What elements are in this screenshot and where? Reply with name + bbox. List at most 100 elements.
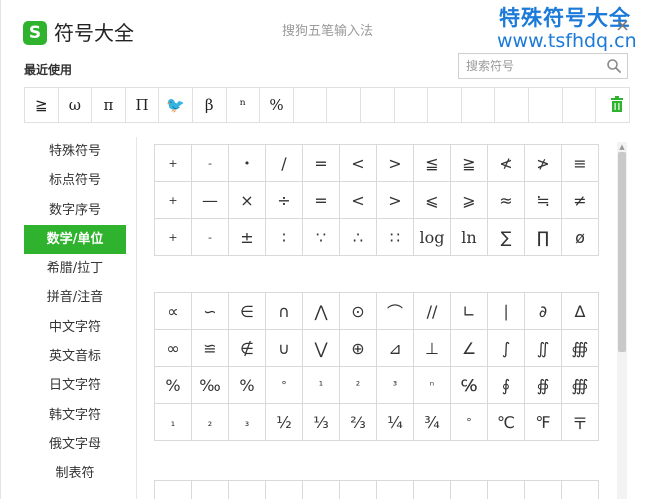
sidebar-item-category[interactable]: 拼音/注音	[24, 283, 126, 312]
symbol-cell[interactable]: ≧	[451, 145, 488, 182]
symbol-cell[interactable]: ∴	[340, 219, 377, 256]
symbol-cell[interactable]: >	[377, 182, 414, 219]
symbol-cell[interactable]: ∠	[451, 330, 488, 367]
symbol-cell[interactable]: ≈	[488, 182, 525, 219]
symbol-cell[interactable]	[155, 481, 192, 499]
symbol-cell[interactable]	[303, 481, 340, 499]
symbol-cell[interactable]: ∝	[155, 293, 192, 330]
symbol-cell[interactable]: >	[377, 145, 414, 182]
symbol-cell[interactable]: ∟	[451, 293, 488, 330]
symbol-cell[interactable]: ≒	[525, 182, 562, 219]
recent-symbol-cell[interactable]: %	[260, 88, 294, 122]
symbol-cell[interactable]: ⩾	[451, 182, 488, 219]
symbol-cell[interactable]: ≯	[525, 145, 562, 182]
symbol-cell[interactable]: /	[266, 145, 303, 182]
recent-symbol-cell[interactable]: ω	[59, 88, 93, 122]
symbol-cell[interactable]: ⋀	[303, 293, 340, 330]
symbol-cell[interactable]: -	[192, 145, 229, 182]
symbol-cell[interactable]: ₂	[192, 404, 229, 441]
sidebar-item-category[interactable]: 俄文字母	[24, 430, 126, 459]
symbol-cell[interactable]: ⅔	[340, 404, 377, 441]
symbol-cell[interactable]: ⅓	[303, 404, 340, 441]
sidebar-item-category[interactable]: 数字序号	[24, 196, 126, 225]
symbol-cell[interactable]: ₃	[229, 404, 266, 441]
symbol-cell[interactable]: -	[192, 219, 229, 256]
sidebar-item-category[interactable]: 特殊符号	[24, 137, 126, 166]
symbol-cell[interactable]: <	[340, 145, 377, 182]
symbol-cell[interactable]	[414, 481, 451, 499]
symbol-cell[interactable]: ∂	[525, 293, 562, 330]
symbol-cell[interactable]: ⊕	[340, 330, 377, 367]
recent-symbol-cell[interactable]	[294, 88, 328, 122]
symbol-cell[interactable]: ≦	[414, 145, 451, 182]
symbol-cell[interactable]: ∯	[525, 367, 562, 404]
symbol-cell[interactable]: ⊥	[414, 330, 451, 367]
symbol-cell[interactable]: ℉	[525, 404, 562, 441]
symbol-cell[interactable]: ⩽	[414, 182, 451, 219]
symbol-cell[interactable]: //	[414, 293, 451, 330]
symbol-cell[interactable]	[192, 481, 229, 499]
symbol-cell[interactable]	[266, 481, 303, 499]
symbol-cell[interactable]: ∶	[266, 219, 303, 256]
symbol-cell[interactable]: <	[340, 182, 377, 219]
scroll-up-icon[interactable]: ▲	[617, 142, 627, 152]
recent-symbol-cell[interactable]	[395, 88, 429, 122]
symbol-cell[interactable]: ≡	[562, 145, 599, 182]
symbol-cell[interactable]: +	[155, 182, 192, 219]
symbol-cell[interactable]: ≠	[562, 182, 599, 219]
symbol-cell[interactable]	[340, 481, 377, 499]
symbol-cell[interactable]: °	[451, 404, 488, 441]
scrollbar-thumb[interactable]	[618, 152, 626, 352]
symbol-cell[interactable]: ‰	[192, 367, 229, 404]
recent-symbol-cell[interactable]: β	[193, 88, 227, 122]
symbol-cell[interactable]: ∬	[525, 330, 562, 367]
recent-symbol-cell[interactable]: Π	[126, 88, 160, 122]
symbol-cell[interactable]: %	[155, 367, 192, 404]
sidebar-item-category[interactable]: 英文音标	[24, 342, 126, 371]
recent-symbol-cell[interactable]	[563, 88, 597, 122]
recent-symbol-cell[interactable]	[495, 88, 529, 122]
recent-symbol-cell[interactable]: ≧	[25, 88, 59, 122]
recent-symbol-cell[interactable]	[428, 88, 462, 122]
symbol-cell[interactable]: ∉	[229, 330, 266, 367]
recent-symbol-cell[interactable]: 🐦	[159, 88, 193, 122]
symbol-cell[interactable]: ∣	[488, 293, 525, 330]
trash-icon[interactable]	[609, 95, 625, 113]
symbol-cell[interactable]: =	[303, 182, 340, 219]
symbol-cell[interactable]: =	[303, 145, 340, 182]
sidebar-item-category[interactable]: 韩文字符	[24, 401, 126, 430]
symbol-cell[interactable]	[377, 481, 414, 499]
symbol-cell[interactable]: •	[229, 145, 266, 182]
symbol-cell[interactable]	[488, 481, 525, 499]
symbol-cell[interactable]: +	[155, 219, 192, 256]
sidebar-item-category[interactable]: 标点符号	[24, 166, 126, 195]
recent-symbol-cell[interactable]: π	[92, 88, 126, 122]
symbol-cell[interactable]: ⋁	[303, 330, 340, 367]
symbol-cell[interactable]: ∮	[488, 367, 525, 404]
symbol-cell[interactable]: °	[266, 367, 303, 404]
symbol-cell[interactable]	[451, 481, 488, 499]
sidebar-item-category[interactable]: 日文字符	[24, 371, 126, 400]
symbol-cell[interactable]: ∫	[488, 330, 525, 367]
symbol-cell[interactable]: %	[229, 367, 266, 404]
symbol-cell[interactable]: ∩	[266, 293, 303, 330]
symbol-cell[interactable]: ℅	[451, 367, 488, 404]
symbol-cell[interactable]: —	[192, 182, 229, 219]
recent-symbol-cell[interactable]: ⁿ	[227, 88, 261, 122]
symbol-cell[interactable]: ∈	[229, 293, 266, 330]
symbol-cell[interactable]: ∷	[377, 219, 414, 256]
symbol-cell[interactable]: ≮	[488, 145, 525, 182]
symbol-cell[interactable]: ⁿ	[414, 367, 451, 404]
symbol-cell[interactable]: ≌	[192, 330, 229, 367]
symbol-cell[interactable]: ₁	[155, 404, 192, 441]
symbol-cell[interactable]: ∏	[525, 219, 562, 256]
recent-symbol-cell[interactable]	[361, 88, 395, 122]
symbol-cell[interactable]: ∑	[488, 219, 525, 256]
symbol-cell[interactable]: 〒	[562, 404, 599, 441]
symbol-cell[interactable]: +	[155, 145, 192, 182]
symbol-cell[interactable]: ℃	[488, 404, 525, 441]
symbol-cell[interactable]: ∆	[562, 293, 599, 330]
sidebar-item-category[interactable]: 中文字符	[24, 313, 126, 342]
symbol-cell[interactable]: ±	[229, 219, 266, 256]
symbol-cell[interactable]: ⌒	[377, 293, 414, 330]
